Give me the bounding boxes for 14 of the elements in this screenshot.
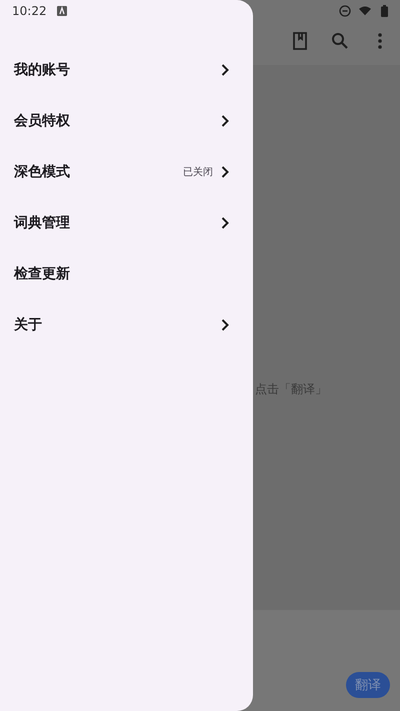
wifi-icon (359, 5, 371, 17)
search-icon[interactable] (330, 31, 350, 51)
drawer-item[interactable]: 词典管理 (0, 197, 253, 248)
drawer-item[interactable]: 我的账号 (0, 44, 253, 95)
status-time: 10:22 (12, 4, 47, 18)
drawer-item[interactable]: 检查更新 (0, 248, 253, 299)
drawer-item[interactable]: 会员特权 (0, 95, 253, 146)
do-not-disturb-icon (339, 5, 351, 17)
setting-value: 已关闭 (183, 166, 213, 178)
notification-icon (56, 6, 67, 16)
book-icon[interactable] (290, 31, 310, 51)
battery-icon (381, 5, 388, 17)
drawer-item[interactable]: 关于 (0, 299, 253, 350)
drawer-item[interactable]: 深色模式 已关闭 (0, 146, 253, 197)
